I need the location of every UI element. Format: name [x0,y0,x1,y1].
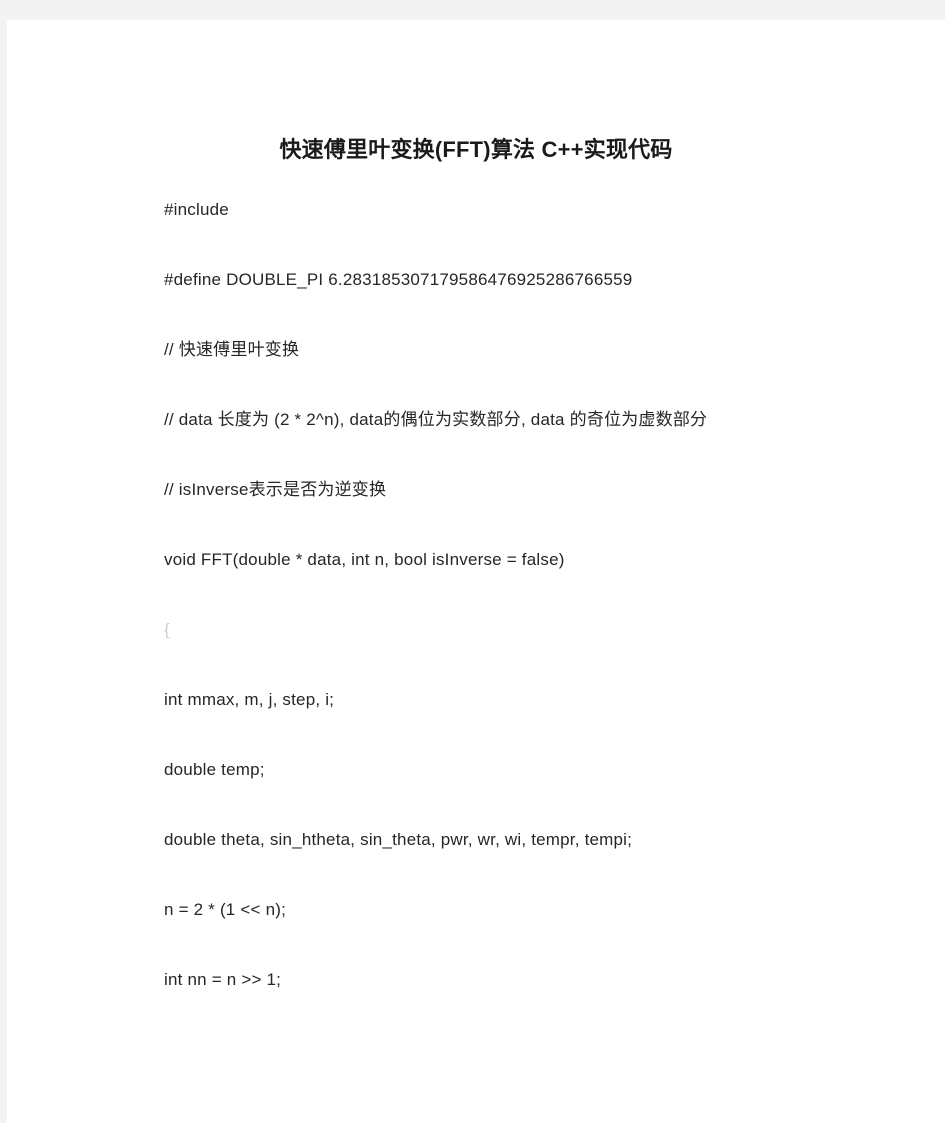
page-title: 快速傅里叶变换(FFT)算法 C++实现代码 [279,136,673,162]
code-line: #include [164,200,229,219]
code-line: int mmax, m, j, step, i; [164,690,335,709]
code-line: double theta, sin_htheta, sin_theta, pwr… [164,830,633,849]
code-line: // isInverse表示是否为逆变换 [164,480,387,499]
code-line: void FFT(double * data, int n, bool isIn… [164,550,565,569]
document-page: 快速傅里叶变换(FFT)算法 C++实现代码 #include #define D… [7,20,945,1123]
code-line: #define DOUBLE_PI 6.28318530717958647692… [164,270,633,289]
code-line: // 快速傅里叶变换 [164,340,300,359]
code-listing: #include #define DOUBLE_PI 6.283185307179… [164,198,864,992]
code-line: { [164,620,170,639]
code-line: // data 长度为 (2 * 2^n), data的偶位为实数部分, dat… [164,410,708,429]
code-line: int nn = n >> 1; [164,970,282,989]
code-line: n = 2 * (1 << n); [164,900,287,919]
page-gutter-left [0,20,7,1123]
page-gutter-top [0,0,945,20]
code-line: double temp; [164,760,265,779]
